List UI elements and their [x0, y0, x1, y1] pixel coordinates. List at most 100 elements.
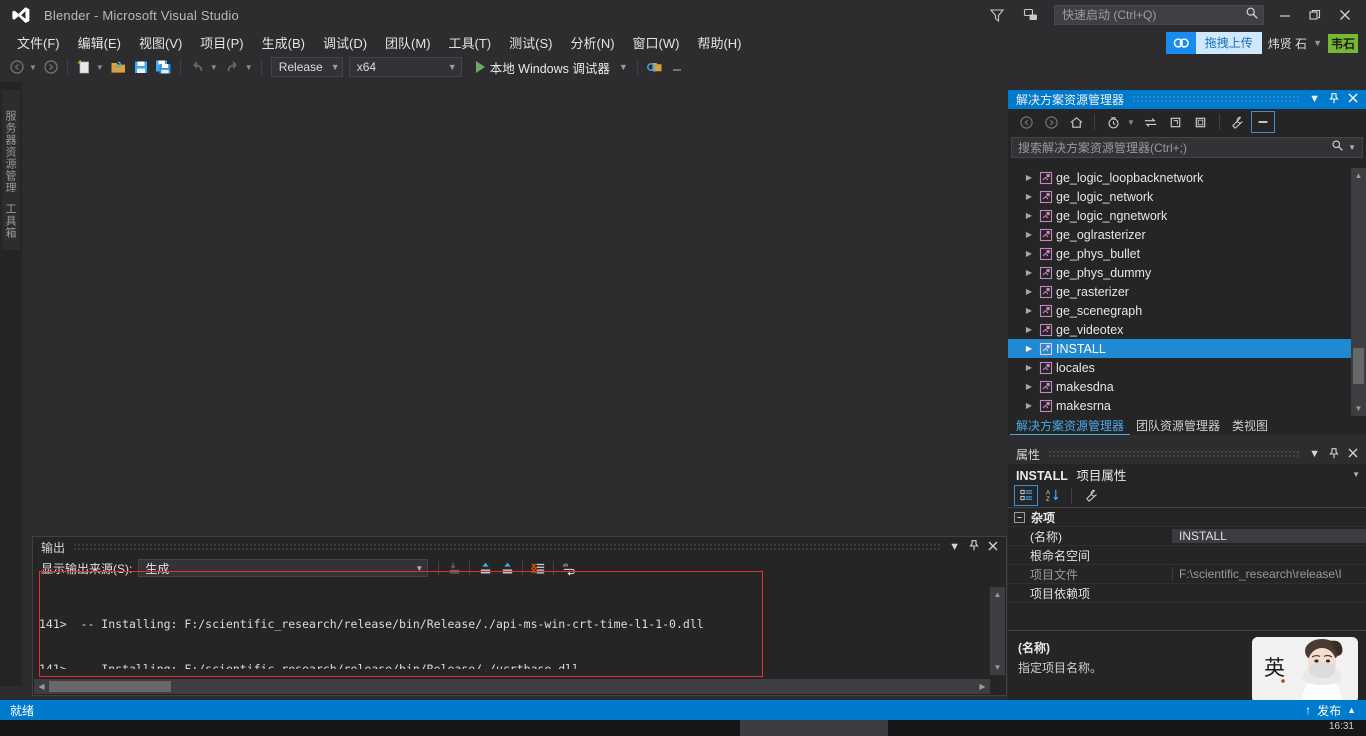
show-all-files-icon[interactable] [1164, 111, 1188, 133]
tree-item[interactable]: ▶ ge_logic_network [1008, 187, 1366, 206]
property-row-project-file[interactable]: 项目文件 F:\scientific_research\release\I [1008, 565, 1366, 584]
refresh-icon[interactable] [1189, 111, 1213, 133]
output-source-combobox[interactable]: 生成 ▼ [138, 559, 429, 577]
properties-grid[interactable]: – 杂项 (名称) INSTALL 根命名空间 项目文件 F:\scientif… [1008, 508, 1366, 603]
tab-class-view[interactable]: 类视图 [1226, 418, 1274, 435]
scroll-left-arrow-icon[interactable]: ◀ [34, 682, 49, 691]
quick-launch-input[interactable] [1062, 8, 1245, 22]
taskbar-active-window[interactable] [740, 720, 888, 736]
scroll-right-arrow-icon[interactable]: ▶ [975, 682, 990, 691]
find-in-files-icon[interactable] [643, 56, 666, 78]
find-message-icon[interactable] [443, 558, 465, 578]
output-vertical-scrollbar[interactable]: ▲ ▼ [990, 587, 1005, 675]
properties-object-selector[interactable]: INSTALL 项目属性 ▼ [1008, 464, 1366, 484]
solution-tree-scrollbar[interactable]: ▲ ▼ [1351, 168, 1366, 416]
feedback-icon[interactable] [1014, 0, 1048, 30]
tab-solution-explorer[interactable]: 解决方案资源管理器 [1010, 418, 1131, 435]
toolbar-overflow-icon[interactable] [666, 56, 688, 78]
pin-icon[interactable] [1329, 447, 1339, 462]
go-to-previous-message-icon[interactable] [474, 558, 496, 578]
sync-icon[interactable] [1139, 111, 1163, 133]
sidebar-item-toolbox[interactable]: 工具箱 [2, 192, 20, 250]
tree-item[interactable]: ▶ locales [1008, 358, 1366, 377]
navigate-forward-icon[interactable] [40, 56, 62, 78]
save-icon[interactable] [130, 56, 152, 78]
tree-item[interactable]: ▶ makesdna [1008, 377, 1366, 396]
menu-item-test[interactable]: 测试(S) [500, 30, 561, 55]
property-pages-wrench-icon[interactable] [1079, 485, 1103, 506]
scrollbar-thumb[interactable] [1353, 348, 1364, 384]
collapse-all-icon[interactable] [1250, 111, 1275, 133]
pending-changes-icon[interactable] [1101, 111, 1125, 133]
properties-title-bar[interactable]: 属性 ▼ [1008, 445, 1366, 464]
home-icon[interactable] [1064, 111, 1088, 133]
toggle-word-wrap-icon[interactable]: ab [558, 558, 580, 578]
scroll-down-arrow-icon[interactable]: ▼ [1351, 401, 1366, 416]
close-button[interactable] [1330, 0, 1360, 30]
chevron-right-icon[interactable]: ▶ [1022, 363, 1036, 372]
collapse-minus-icon[interactable]: – [1014, 511, 1025, 523]
menu-item-build[interactable]: 生成(B) [253, 30, 314, 55]
back-icon[interactable] [1014, 111, 1038, 133]
chevron-right-icon[interactable]: ▶ [1022, 249, 1036, 258]
publish-label[interactable]: 发布 [1317, 702, 1341, 719]
tree-item[interactable]: ▶ ge_rasterizer [1008, 282, 1366, 301]
pending-changes-dropdown[interactable]: ▼ [1126, 118, 1138, 127]
tree-item[interactable]: ▶ ge_phys_bullet [1008, 244, 1366, 263]
property-row-project-dependencies[interactable]: 项目依赖项 [1008, 584, 1366, 603]
tree-item[interactable]: ▶ makesrna [1008, 396, 1366, 415]
forward-icon[interactable] [1039, 111, 1063, 133]
close-icon[interactable] [988, 541, 998, 554]
clear-all-icon[interactable] [527, 558, 549, 578]
output-title-bar[interactable]: 输出 ▼ [33, 537, 1006, 557]
search-input[interactable] [1018, 140, 1332, 155]
menu-item-help[interactable]: 帮助(H) [688, 30, 750, 55]
solution-tree[interactable]: ▶ ge_logic_loopbacknetwork ▶ ge_logic_netw… [1008, 168, 1366, 416]
menu-item-tools[interactable]: 工具(T) [440, 30, 501, 55]
property-row-name[interactable]: (名称) INSTALL [1008, 527, 1366, 546]
menu-item-debug[interactable]: 调试(D) [314, 30, 376, 55]
configuration-combobox[interactable]: Release ▼ [270, 57, 343, 77]
chevron-right-icon[interactable]: ▶ [1022, 287, 1036, 296]
menu-item-project[interactable]: 项目(P) [191, 30, 252, 55]
navigate-back-dropdown[interactable]: ▼ [28, 63, 40, 72]
tree-item[interactable]: ▶ ge_logic_ngnetwork [1008, 206, 1366, 225]
category-header[interactable]: – 杂项 [1008, 509, 1055, 526]
pin-icon[interactable] [969, 540, 979, 554]
chevron-down-icon[interactable]: ▼ [1313, 38, 1322, 48]
redo-dropdown[interactable]: ▼ [244, 63, 256, 72]
chevron-down-icon[interactable]: ▼ [949, 541, 960, 553]
chevron-right-icon[interactable]: ▶ [1022, 211, 1036, 220]
chevron-right-icon[interactable]: ▶ [1022, 344, 1036, 353]
chevron-down-icon[interactable]: ▼ [1348, 143, 1362, 152]
restore-button[interactable] [1300, 0, 1330, 30]
filter-icon[interactable] [980, 0, 1014, 30]
alphabetical-sort-icon[interactable]: A Z [1040, 485, 1064, 506]
new-item-dropdown[interactable]: ▼ [95, 63, 107, 72]
chevron-right-icon[interactable]: ▶ [1022, 325, 1036, 334]
solution-explorer-search[interactable]: ▼ [1011, 137, 1363, 158]
chevron-right-icon[interactable]: ▶ [1022, 230, 1036, 239]
tree-item[interactable]: ▶ ge_phys_dummy [1008, 263, 1366, 282]
open-file-icon[interactable] [107, 56, 130, 78]
undo-dropdown[interactable]: ▼ [209, 63, 221, 72]
scroll-up-arrow-icon[interactable]: ▲ [990, 587, 1005, 602]
solution-explorer-title-bar[interactable]: 解决方案资源管理器 ▼ [1008, 90, 1366, 109]
chevron-up-icon[interactable]: ▲ [1347, 705, 1356, 715]
minimize-button[interactable] [1270, 0, 1300, 30]
new-item-icon[interactable] [73, 56, 95, 78]
redo-icon[interactable] [221, 56, 244, 78]
undo-icon[interactable] [186, 56, 209, 78]
properties-wrench-icon[interactable] [1226, 111, 1250, 133]
chevron-right-icon[interactable]: ▶ [1022, 401, 1036, 410]
user-account-name[interactable]: 炜贤 石 [1268, 35, 1307, 52]
tab-team-explorer[interactable]: 团队资源管理器 [1130, 418, 1226, 435]
start-debugging-button[interactable]: 本地 Windows 调试器 ▼ [470, 56, 632, 78]
menu-item-file[interactable]: 文件(F) [8, 30, 69, 55]
menu-item-window[interactable]: 窗口(W) [624, 30, 689, 55]
output-text[interactable]: 141> -- Installing: F:/scientific_resear… [39, 587, 982, 669]
quick-launch-box[interactable] [1054, 5, 1264, 25]
tree-item[interactable]: ▶ ge_oglrasterizer [1008, 225, 1366, 244]
property-value[interactable]: INSTALL [1172, 529, 1366, 543]
scrollbar-thumb[interactable] [49, 681, 171, 692]
